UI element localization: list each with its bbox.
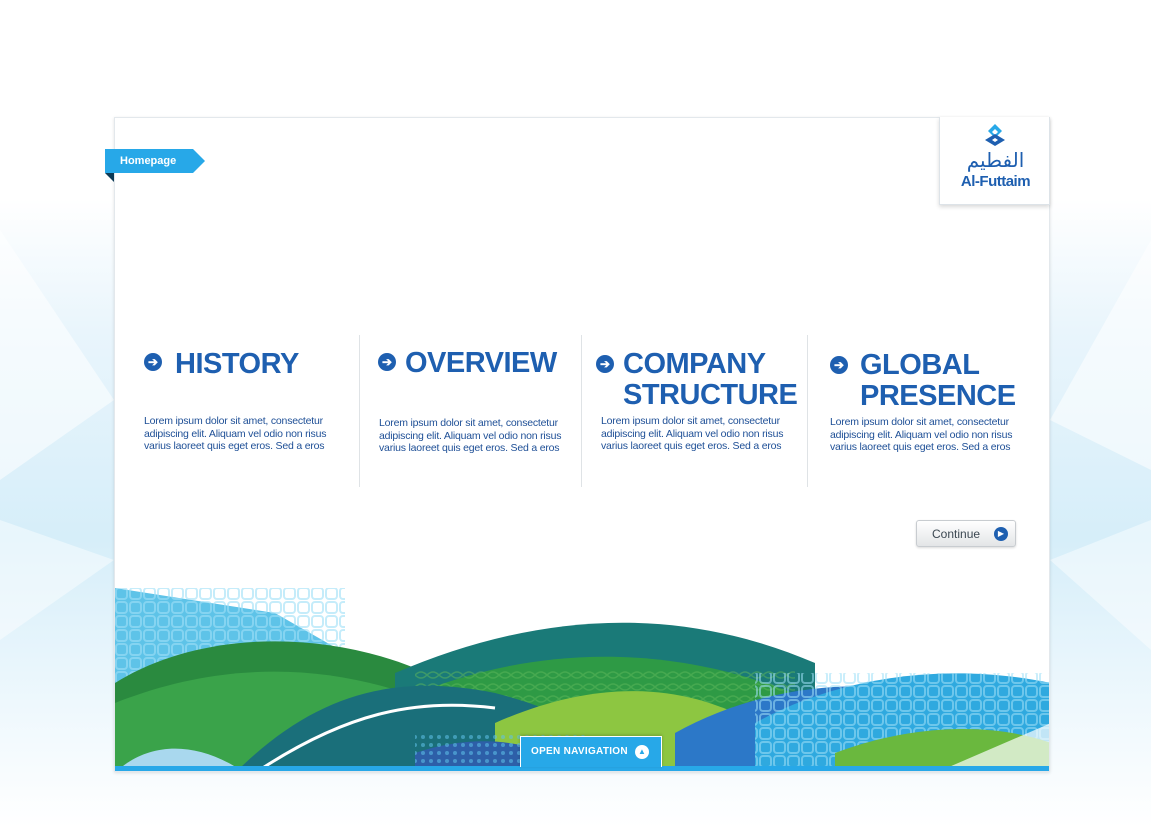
arrow-right-circle-icon[interactable]: ➔ [596, 355, 614, 373]
ribbon-label: Homepage [120, 155, 177, 167]
logo-latin-text: Al-Futtaim [960, 173, 1031, 190]
arrow-right-circle-icon[interactable]: ➔ [378, 353, 396, 371]
logo-tab[interactable]: الفطيم Al-Futtaim [939, 117, 1050, 205]
section-divider [359, 335, 360, 487]
section-divider [807, 335, 808, 487]
homepage-ribbon[interactable]: Homepage [105, 149, 205, 173]
section-title-global-presence[interactable]: GLOBAL PRESENCE [860, 350, 1016, 412]
open-navigation-button[interactable]: OPEN NAVIGATION ▲ [520, 736, 662, 767]
al-futtaim-emblem-icon [985, 124, 1005, 146]
section-title-overview[interactable]: OVERVIEW [405, 348, 557, 379]
section-title-company-structure[interactable]: COMPANY STRUCTURE [623, 349, 798, 411]
section-body-overview: Lorem ipsum dolor sit amet, consectetur … [379, 417, 562, 455]
arrow-right-circle-icon[interactable]: ➔ [144, 353, 162, 371]
section-body-history: Lorem ipsum dolor sit amet, consectetur … [144, 415, 327, 453]
logo-arabic-text: الفطيم [966, 148, 1025, 172]
continue-button[interactable]: Continue ▶ [916, 520, 1016, 547]
ribbon-fold [105, 173, 114, 182]
open-navigation-label: OPEN NAVIGATION [531, 746, 628, 757]
section-divider [581, 335, 582, 487]
section-title-history[interactable]: HISTORY [175, 349, 299, 380]
arrow-right-circle-icon[interactable]: ➔ [830, 356, 848, 374]
section-body-company-structure: Lorem ipsum dolor sit amet, consectetur … [601, 415, 784, 453]
section-body-global-presence: Lorem ipsum dolor sit amet, consectetur … [830, 416, 1013, 454]
continue-label: Continue [932, 527, 981, 541]
play-circle-icon: ▶ [994, 527, 1008, 541]
chevron-up-circle-icon: ▲ [635, 745, 649, 759]
